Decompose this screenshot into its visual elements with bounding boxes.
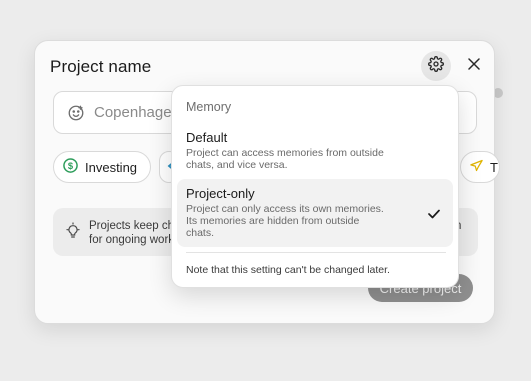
svg-text:$: $ (68, 161, 74, 171)
dollar-icon: $ (63, 158, 78, 176)
memory-settings-menu: Memory Default Project can access memori… (171, 85, 459, 288)
menu-divider (186, 252, 446, 253)
chip-travel-label: T (490, 159, 498, 175)
gear-icon (428, 55, 444, 77)
close-button[interactable] (463, 55, 485, 77)
checkmark-icon (428, 206, 440, 224)
chip-investing[interactable]: $ Investing (53, 151, 151, 183)
chip-investing-label: Investing (85, 159, 138, 175)
plane-icon (469, 158, 484, 176)
project-name-value: Copenhagen (94, 104, 180, 121)
memory-option-project-only[interactable]: Project-only Project can only access its… (177, 179, 453, 247)
option-default-title: Default (186, 130, 228, 145)
option-project-only-title: Project-only (186, 186, 255, 201)
project-settings-button[interactable] (421, 51, 451, 81)
close-icon (468, 57, 480, 75)
chip-travel[interactable]: T (460, 151, 500, 183)
info-text-line1: Projects keep ch (89, 220, 175, 232)
menu-header: Memory (186, 100, 232, 114)
option-default-description: Project can access memories from outside… (186, 147, 384, 171)
lightbulb-icon (65, 222, 81, 245)
dialog-title: Project name (50, 57, 152, 76)
option-project-only-description: Project can only access its own memories… (186, 203, 384, 239)
memory-option-default[interactable]: Default Project can access memories from… (177, 124, 453, 172)
menu-note: Note that this setting can't be changed … (186, 264, 390, 276)
info-text-line2: for ongoing work (89, 234, 175, 246)
emoji-picker-icon[interactable] (67, 104, 85, 127)
